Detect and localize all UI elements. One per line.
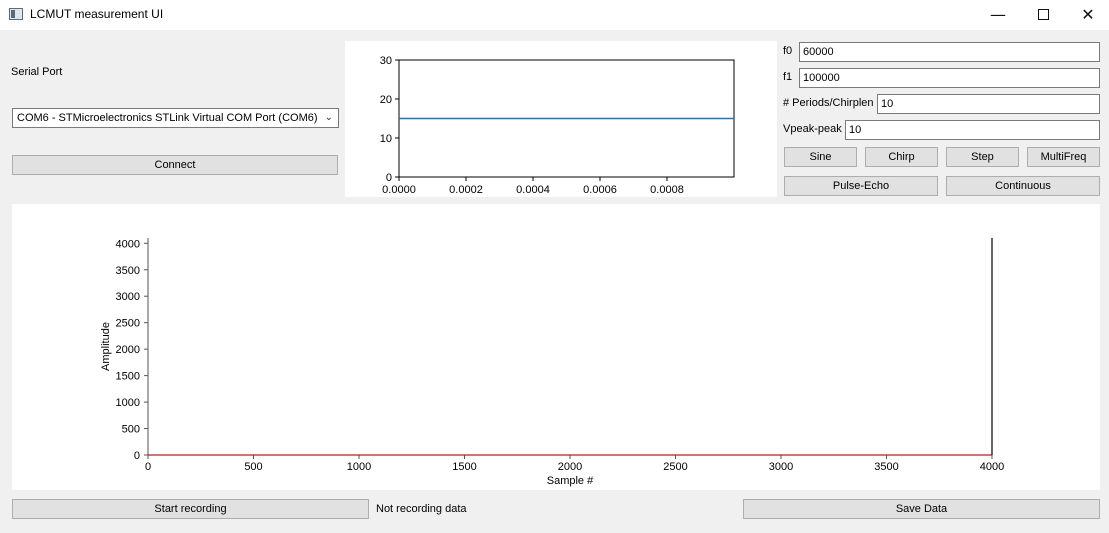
y-tick-label: 0: [386, 172, 392, 184]
f0-input[interactable]: [799, 42, 1100, 62]
waveform-plot-panel: 0.0000 0.0002 0.0004 0.0006 0.0008 0 10 20 30: [345, 41, 777, 197]
y-tick-label: 30: [380, 55, 392, 67]
amplitude-plot: 0 500 1000 1500 2000 2500 3000 3500 4000 0 500 1000…: [100, 238, 1004, 487]
connect-button[interactable]: Connect: [12, 155, 338, 175]
amplitude-plot-panel: 0 500 1000 1500 2000 2500 3000 3500 4000 0 500 1000…: [12, 204, 1100, 490]
serial-port-value: COM6 - STMicroelectronics STLink Virtual…: [17, 112, 318, 124]
x-tick-label: 500: [244, 461, 262, 473]
periods-label: # Periods/Chirplen: [783, 97, 874, 109]
pulse-echo-button[interactable]: Pulse-Echo: [784, 176, 938, 196]
y-tick-label: 10: [380, 133, 392, 145]
start-recording-button[interactable]: Start recording: [12, 499, 369, 519]
x-tick-label: 0.0008: [650, 184, 684, 196]
f1-label: f1: [783, 71, 793, 83]
minimize-icon[interactable]: —: [975, 0, 1021, 30]
y-tick-label: 0: [134, 450, 140, 462]
f0-label: f0: [783, 45, 793, 57]
periods-input[interactable]: [877, 94, 1100, 114]
y-tick-label: 20: [380, 94, 392, 106]
y-tick-label: 3000: [116, 291, 140, 303]
chirp-button[interactable]: Chirp: [865, 147, 938, 167]
y-tick-label: 500: [122, 424, 140, 436]
x-axis-label: Sample #: [547, 475, 594, 487]
x-tick-label: 3000: [769, 461, 793, 473]
step-button[interactable]: Step: [946, 147, 1019, 167]
x-tick-label: 0.0006: [583, 184, 617, 196]
y-axis-label: Amplitude: [100, 322, 112, 371]
serial-port-label: Serial Port: [11, 66, 63, 78]
x-tick-label: 2000: [558, 461, 582, 473]
y-tick-label: 4000: [116, 238, 140, 250]
x-tick-label: 0.0000: [382, 184, 416, 196]
y-tick-label: 2000: [116, 344, 140, 356]
x-tick-label: 0.0004: [516, 184, 550, 196]
y-tick-label: 1000: [116, 397, 140, 409]
x-tick-label: 2500: [663, 461, 687, 473]
serial-port-select[interactable]: COM6 - STMicroelectronics STLink Virtual…: [12, 108, 339, 128]
x-tick-label: 0: [145, 461, 151, 473]
recording-status: Not recording data: [376, 503, 467, 515]
y-tick-label: 1500: [116, 371, 140, 383]
close-icon[interactable]: ✕: [1065, 0, 1109, 30]
y-tick-label: 3500: [116, 265, 140, 277]
title-bar: LCMUT measurement UI — ✕: [0, 0, 1109, 30]
x-tick-label: 0.0002: [449, 184, 483, 196]
x-tick-label: 1000: [347, 461, 371, 473]
save-data-button[interactable]: Save Data: [743, 499, 1100, 519]
vpeak-input[interactable]: [845, 120, 1100, 140]
x-tick-label: 3500: [874, 461, 898, 473]
maximize-icon[interactable]: [1020, 0, 1066, 30]
continuous-button[interactable]: Continuous: [946, 176, 1100, 196]
y-tick-label: 2500: [116, 318, 140, 330]
f1-input[interactable]: [799, 68, 1100, 88]
window-title: LCMUT measurement UI: [30, 7, 164, 21]
x-tick-label: 1500: [452, 461, 476, 473]
x-tick-label: 4000: [980, 461, 1004, 473]
waveform-plot: 0.0000 0.0002 0.0004 0.0006 0.0008 0 10 20 30: [380, 55, 735, 196]
vpeak-label: Vpeak-peak: [783, 123, 842, 135]
chevron-down-icon: ⌄: [324, 112, 333, 123]
app-icon: [9, 8, 23, 20]
multifreq-button[interactable]: MultiFreq: [1027, 147, 1100, 167]
sine-button[interactable]: Sine: [784, 147, 857, 167]
